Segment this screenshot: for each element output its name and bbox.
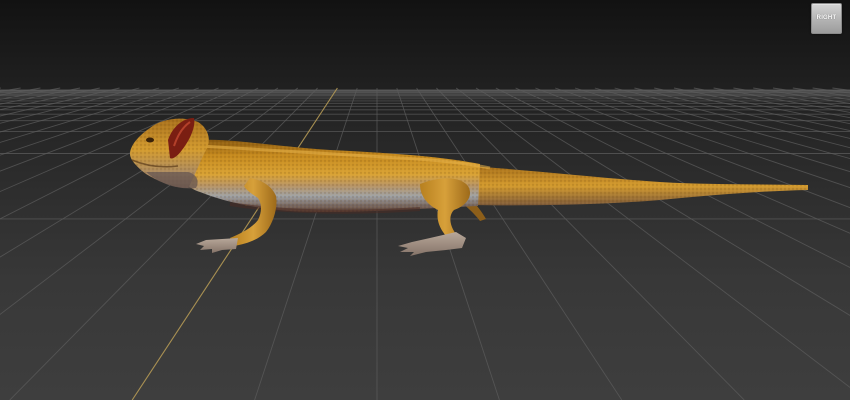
near-hind-foot xyxy=(398,232,466,256)
grid-line-depth xyxy=(0,87,41,96)
viewcube-right[interactable]: RIGHT xyxy=(811,3,842,34)
grid-line-depth xyxy=(594,87,850,160)
lizard-eye xyxy=(146,137,154,143)
3d-viewport[interactable]: RIGHT xyxy=(0,0,850,400)
grid-line-depth xyxy=(654,87,850,131)
scene-canvas[interactable] xyxy=(0,0,850,400)
grid-line-depth xyxy=(436,87,745,400)
grid-line-depth xyxy=(0,87,21,92)
viewcube-label: RIGHT xyxy=(816,15,837,21)
grid-line-depth xyxy=(812,87,850,94)
grid-line-depth xyxy=(772,87,850,101)
grid-line-depth xyxy=(713,87,850,113)
grid-line-depth xyxy=(0,87,81,105)
grid-line-depth xyxy=(574,87,850,173)
lizard-throat xyxy=(146,172,198,189)
near-front-foot xyxy=(196,238,238,253)
grid-line-depth xyxy=(0,87,100,111)
grid-line-depth xyxy=(673,87,850,125)
grid-line-depth xyxy=(475,87,850,316)
grid-line-depth xyxy=(693,87,850,119)
grid-line-depth xyxy=(0,87,1,89)
grid-line-depth xyxy=(254,87,358,400)
grid-line-depth xyxy=(792,87,850,97)
grid-line-depth xyxy=(455,87,850,388)
grid-line-depth xyxy=(0,87,61,100)
grid-line-depth xyxy=(495,87,850,269)
grid-line-depth xyxy=(634,87,850,139)
